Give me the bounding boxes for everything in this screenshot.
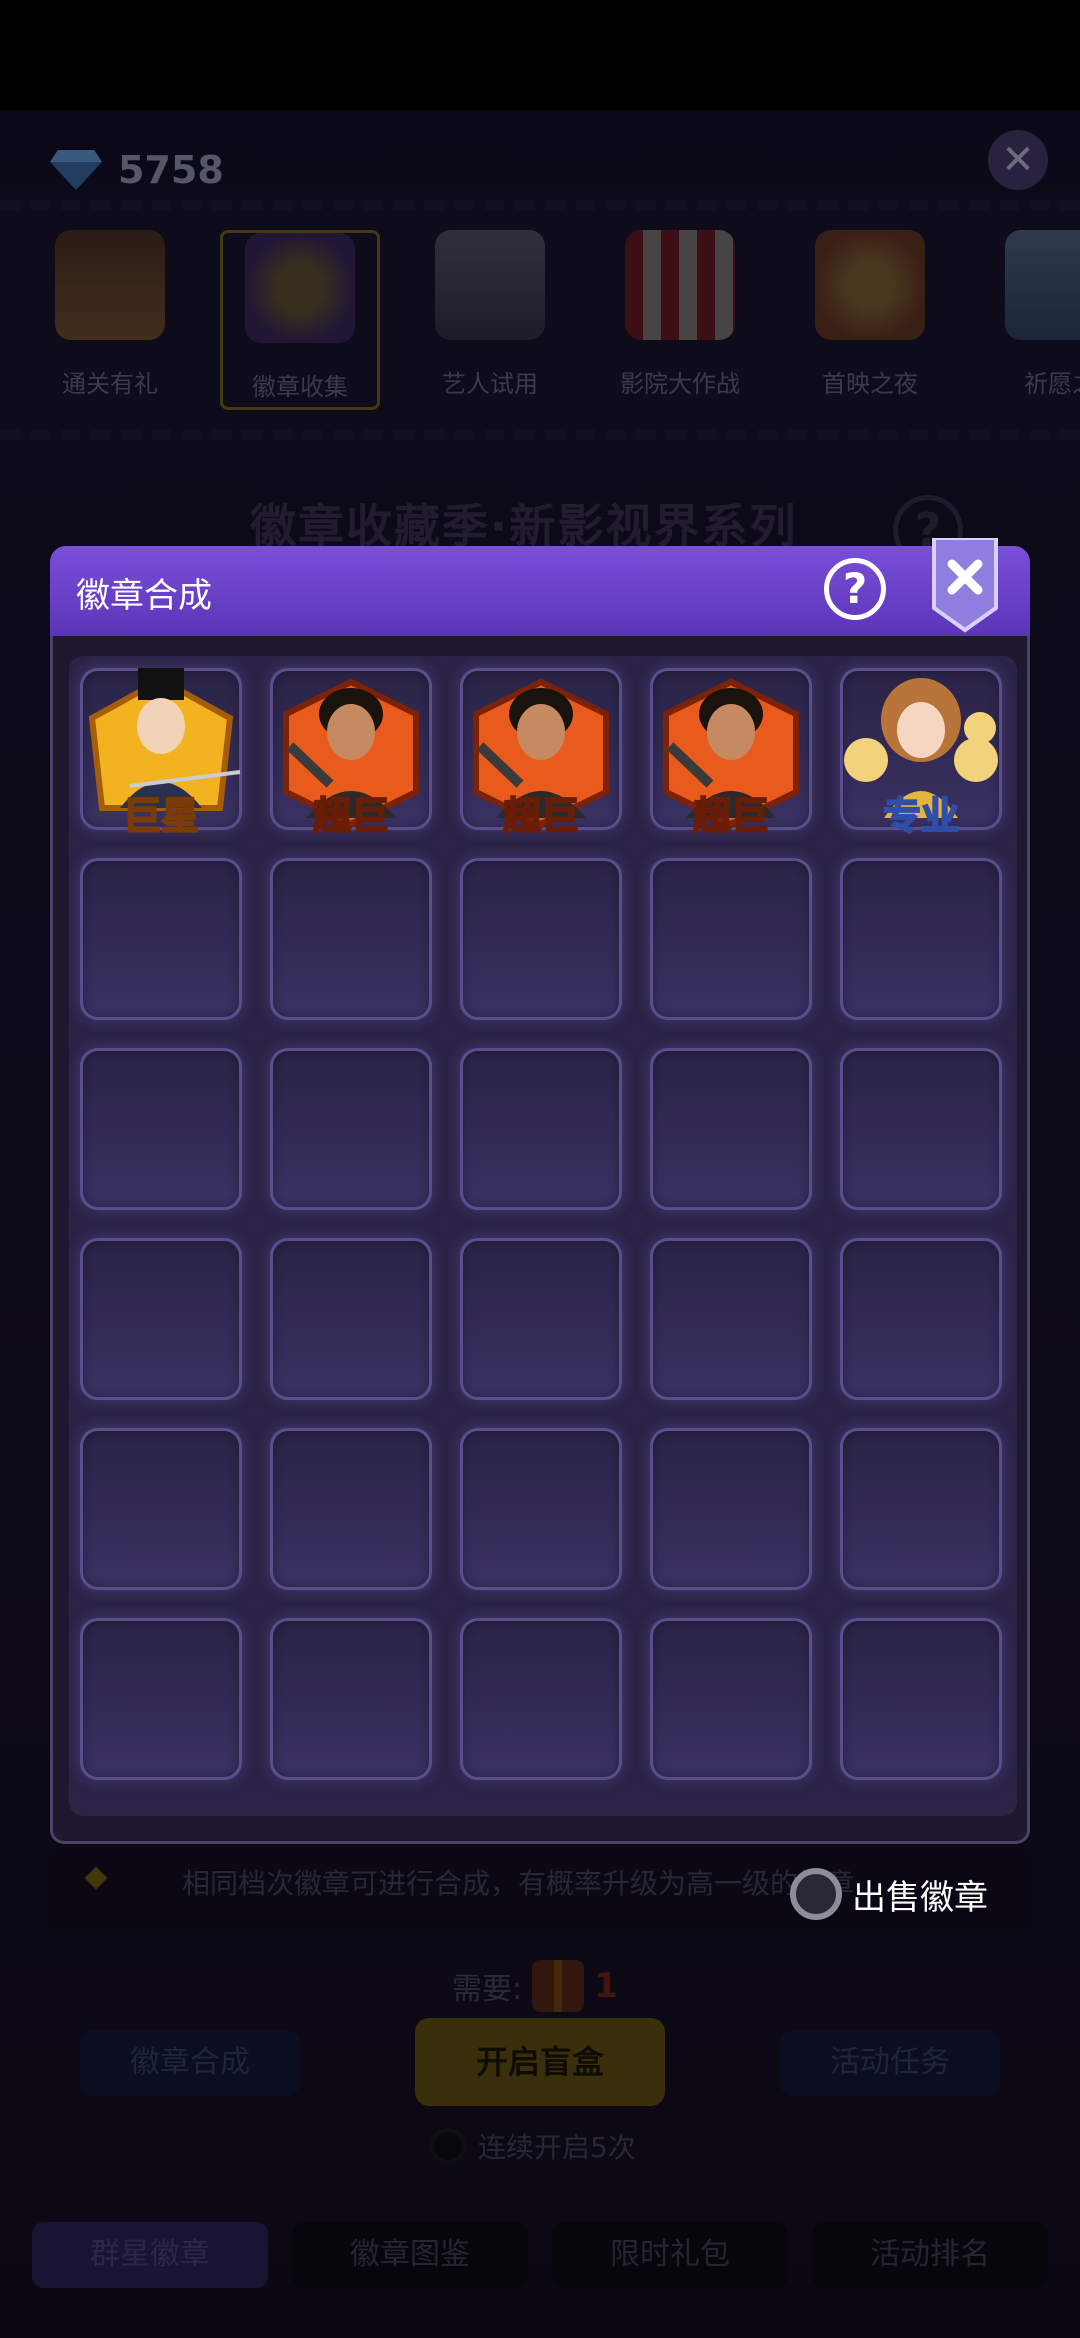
badge-slot[interactable] (270, 1048, 432, 1210)
dialog-header: 徽章合成 ? (50, 538, 1030, 636)
badge-item[interactable]: 超巨 (650, 668, 812, 839)
badge-slot[interactable] (650, 858, 812, 1020)
dialog-title: 徽章合成 (76, 576, 212, 616)
dialog-help-button[interactable]: ? (824, 558, 886, 620)
badge-slot[interactable] (840, 1428, 1002, 1590)
badge-slot[interactable] (270, 1238, 432, 1400)
badge-slot[interactable] (460, 1238, 622, 1400)
badge-slot[interactable] (840, 858, 1002, 1020)
badge-slot[interactable] (840, 1618, 1002, 1780)
badge-slot[interactable] (460, 1048, 622, 1210)
badge-slot[interactable] (650, 1238, 812, 1400)
badge-slot[interactable] (270, 1428, 432, 1590)
badge-tier-label: 超巨 (312, 793, 390, 839)
dialog-close-button[interactable] (930, 538, 1000, 634)
badge-item[interactable]: 超巨 (270, 668, 432, 839)
badge-tier-label: 专业 (882, 793, 960, 839)
badge-slot[interactable] (80, 1428, 242, 1590)
badge-item[interactable]: 专业 (840, 668, 1002, 839)
badge-tier-label: 超巨 (502, 793, 580, 839)
sell-badge-label: 出售徽章 (852, 1877, 988, 1918)
badge-tier-label: 巨星 (122, 793, 200, 839)
status-bar (0, 0, 1080, 110)
badge-slot[interactable] (270, 858, 432, 1020)
badge-slot[interactable] (80, 1048, 242, 1210)
badge-slot[interactable] (80, 1618, 242, 1780)
badge-tier-label: 超巨 (692, 793, 770, 839)
badge-slot[interactable] (80, 858, 242, 1020)
question-icon: ? (842, 564, 868, 613)
badge-slot[interactable] (270, 1618, 432, 1780)
badge-slot[interactable] (460, 1428, 622, 1590)
badge-item[interactable]: 超巨 (460, 668, 622, 839)
badge-slot[interactable] (840, 1238, 1002, 1400)
badge-slot[interactable] (840, 1048, 1002, 1210)
badge-slot[interactable] (650, 1048, 812, 1210)
badge-slot[interactable] (650, 1428, 812, 1590)
radio-icon (790, 1868, 842, 1920)
badge-slot[interactable] (460, 858, 622, 1020)
sell-badge-toggle[interactable]: 出售徽章 (790, 1868, 988, 1920)
badge-item[interactable]: 巨星 (80, 668, 242, 839)
badge-slot[interactable] (460, 1618, 622, 1780)
badge-slot[interactable] (80, 1238, 242, 1400)
badge-slot[interactable] (650, 1618, 812, 1780)
